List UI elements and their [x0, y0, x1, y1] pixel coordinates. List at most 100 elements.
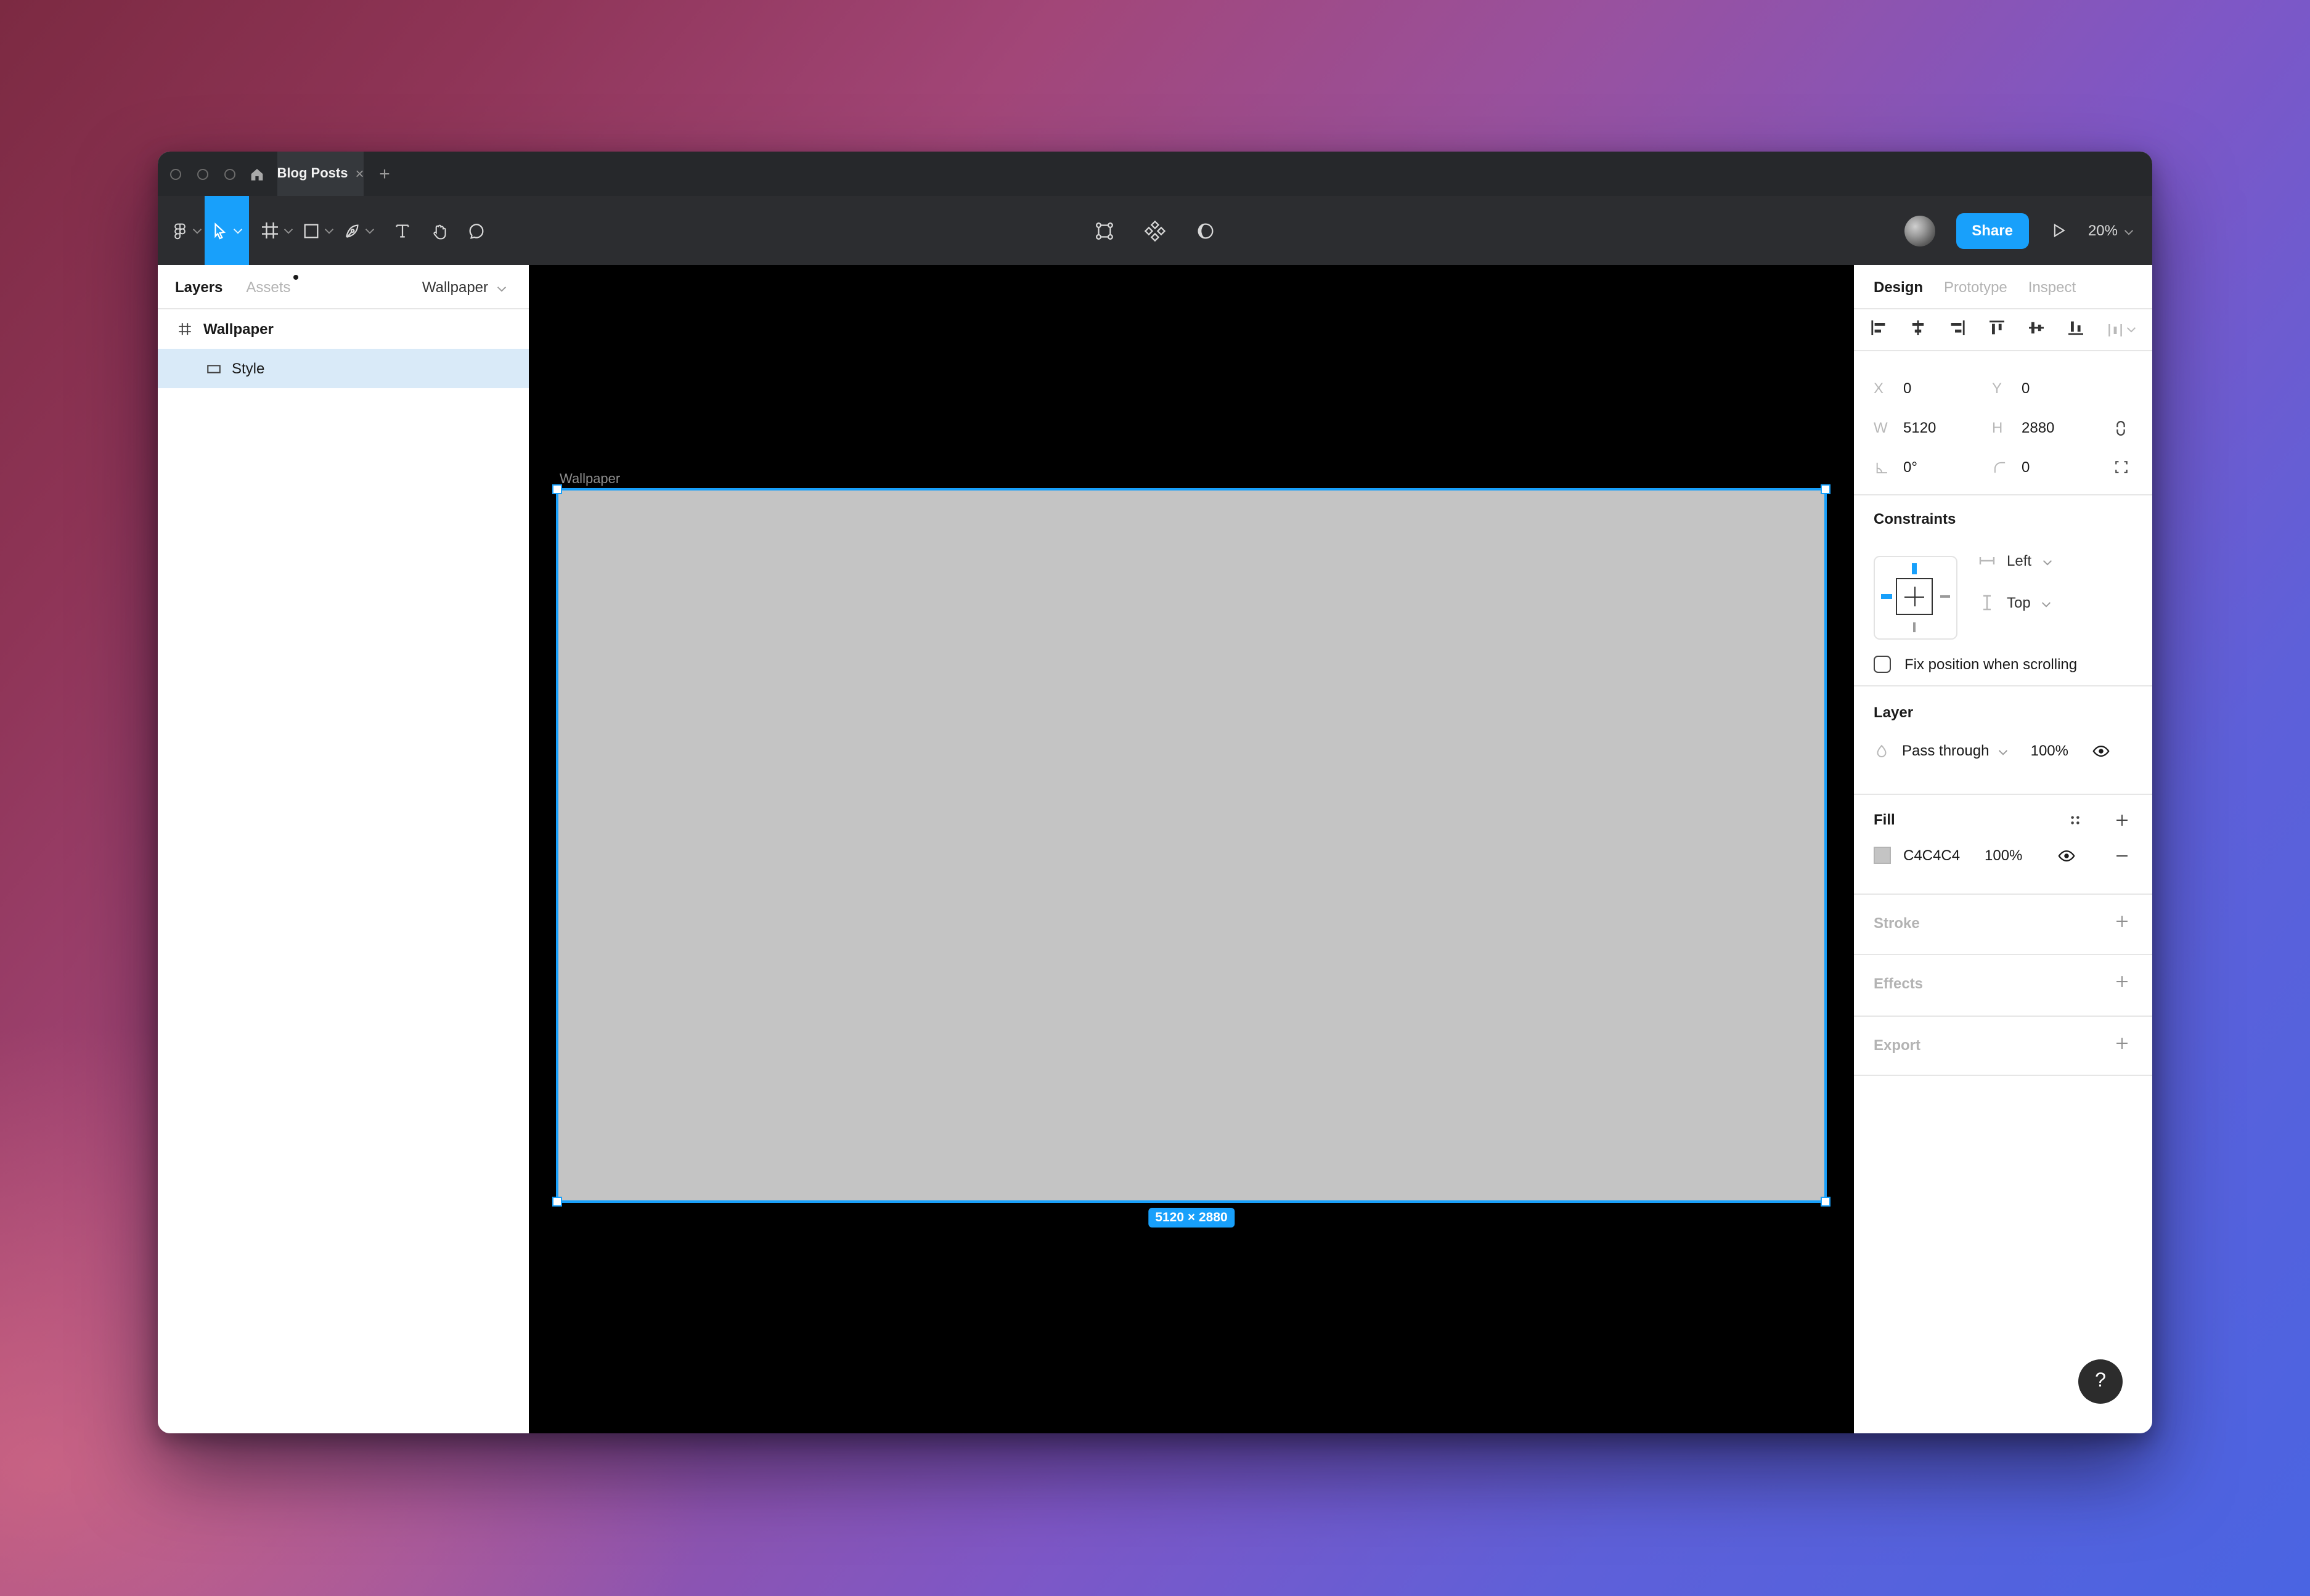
x-field[interactable]: 0	[1903, 380, 1992, 397]
tab-title: Blog Posts	[277, 166, 348, 181]
text-tool-button[interactable]	[390, 196, 414, 265]
tab-blog-posts[interactable]: Blog Posts ×	[277, 152, 364, 196]
pen-tool-button[interactable]	[343, 196, 375, 265]
frame-icon	[260, 221, 280, 240]
vertical-constraint-dropdown[interactable]: Top	[1978, 594, 2052, 611]
layer-section-title: Layer	[1874, 704, 2132, 721]
shape-tool-button[interactable]	[302, 196, 334, 265]
independent-corners-icon[interactable]	[2113, 458, 2130, 476]
align-right-icon[interactable]	[1949, 319, 1966, 340]
rotation-icon	[1874, 459, 1903, 475]
width-field[interactable]: 5120	[1903, 419, 1992, 436]
align-left-icon[interactable]	[1870, 319, 1887, 340]
layer-visibility-eye-icon[interactable]	[2092, 741, 2110, 760]
layers-panel-header: Layers Assets Wallpaper	[158, 265, 529, 309]
align-vertical-center-icon[interactable]	[2028, 319, 2045, 340]
rotation-field[interactable]: 0°	[1903, 458, 1992, 476]
move-cursor-icon	[211, 221, 229, 240]
height-field[interactable]: 2880	[2022, 419, 2110, 436]
constrain-proportions-icon[interactable]	[2112, 418, 2130, 437]
chevron-down-icon	[233, 227, 243, 234]
canvas[interactable]: Wallpaper 5120 × 2880	[529, 265, 1854, 1433]
constraint-left-tick[interactable]	[1881, 594, 1892, 599]
present-button[interactable]	[2050, 196, 2067, 265]
chevron-down-icon	[284, 227, 293, 234]
constraints-section: Constraints Left	[1854, 495, 2152, 686]
edit-object-button[interactable]	[1094, 196, 1115, 265]
add-fill-icon[interactable]	[2114, 812, 2130, 828]
constraint-top-tick[interactable]	[1912, 563, 1917, 574]
align-bottom-icon[interactable]	[2067, 319, 2084, 340]
constraint-right-tick[interactable]	[1940, 595, 1950, 597]
desktop: Blog Posts × +	[0, 0, 2310, 1596]
toolbar: Share 20%	[158, 196, 2152, 265]
tab-layers[interactable]: Layers	[175, 278, 222, 295]
use-as-mask-button[interactable]	[1195, 196, 1216, 265]
tab-assets[interactable]: Assets	[246, 278, 290, 295]
minimize-window-button[interactable]	[197, 168, 208, 179]
horizontal-constraint-icon	[1978, 552, 1996, 569]
user-avatar[interactable]	[1904, 215, 1935, 246]
fill-visibility-eye-icon[interactable]	[2057, 846, 2076, 865]
constraints-widget[interactable]	[1874, 556, 1957, 640]
horizontal-constraint-dropdown[interactable]: Left	[1978, 552, 2052, 569]
y-field[interactable]: 0	[2022, 380, 2110, 397]
add-effect-icon[interactable]	[2114, 974, 2130, 990]
chevron-down-icon	[324, 227, 334, 234]
chevron-down-icon	[2124, 222, 2134, 239]
distribute-dropdown[interactable]	[2107, 321, 2136, 338]
fix-position-checkbox[interactable]	[1874, 656, 1891, 673]
selection-handle-bottom-right[interactable]	[1821, 1197, 1830, 1207]
add-stroke-icon[interactable]	[2114, 913, 2130, 929]
tab-close-icon[interactable]: ×	[355, 166, 364, 181]
hand-tool-button[interactable]	[426, 196, 451, 265]
blend-mode-dropdown[interactable]: Pass through	[1902, 742, 1989, 759]
tab-assets-label: Assets	[246, 278, 290, 295]
move-tool-button[interactable]	[205, 196, 249, 265]
align-horizontal-center-icon[interactable]	[1909, 319, 1927, 340]
share-button[interactable]: Share	[1956, 213, 2029, 248]
layers-panel: Layers Assets Wallpaper	[158, 265, 529, 1433]
chevron-down-icon	[497, 278, 507, 295]
selection-size-badge: 5120 × 2880	[1148, 1208, 1235, 1228]
styles-icon[interactable]	[2067, 812, 2083, 828]
layer-opacity-field[interactable]: 100%	[2031, 742, 2068, 759]
selection-handle-bottom-left[interactable]	[552, 1197, 562, 1207]
frame-label[interactable]: Wallpaper	[560, 472, 620, 487]
corner-radius-field[interactable]: 0	[2022, 458, 2110, 476]
selection-handle-top-left[interactable]	[552, 484, 562, 494]
fill-hex-field[interactable]: C4C4C4	[1903, 847, 1985, 864]
w-label: W	[1874, 419, 1903, 436]
zoom-dropdown[interactable]: 20%	[2088, 222, 2134, 239]
remove-fill-icon[interactable]	[2114, 847, 2130, 863]
frame-tool-button[interactable]	[260, 196, 293, 265]
align-top-icon[interactable]	[1988, 319, 2006, 340]
layer-section: Layer Pass through 100%	[1854, 686, 2152, 795]
tab-prototype[interactable]: Prototype	[1944, 278, 2007, 295]
selected-frame[interactable]	[558, 491, 1824, 1200]
close-window-button[interactable]	[170, 168, 181, 179]
fill-opacity-field[interactable]: 100%	[1985, 847, 2022, 864]
add-export-icon[interactable]	[2114, 1035, 2130, 1051]
maximize-window-button[interactable]	[224, 168, 235, 179]
new-tab-button[interactable]: +	[364, 152, 406, 196]
selection-handle-top-right[interactable]	[1821, 484, 1830, 494]
main-menu-button[interactable]	[168, 196, 205, 265]
tab-design[interactable]: Design	[1874, 278, 1923, 295]
layer-name: Wallpaper	[203, 320, 274, 338]
tab-inspect[interactable]: Inspect	[2028, 278, 2076, 295]
help-button[interactable]: ?	[2078, 1359, 2123, 1404]
chevron-down-icon	[2043, 552, 2052, 569]
home-icon[interactable]	[235, 152, 277, 196]
constraint-bottom-tick[interactable]	[1913, 622, 1915, 632]
create-component-button[interactable]	[1145, 196, 1165, 265]
layer-row-wallpaper[interactable]: Wallpaper	[158, 309, 529, 349]
layer-row-style[interactable]: Style	[158, 349, 529, 388]
position-section: X 0 Y 0 W 5120 H 2880	[1854, 351, 2152, 495]
comment-tool-button[interactable]	[463, 196, 488, 265]
x-label: X	[1874, 380, 1903, 397]
page-selector[interactable]: Wallpaper	[422, 278, 507, 295]
fill-color-swatch[interactable]	[1874, 847, 1891, 864]
zoom-level: 20%	[2088, 222, 2118, 239]
constraints-cross	[1904, 596, 1924, 598]
